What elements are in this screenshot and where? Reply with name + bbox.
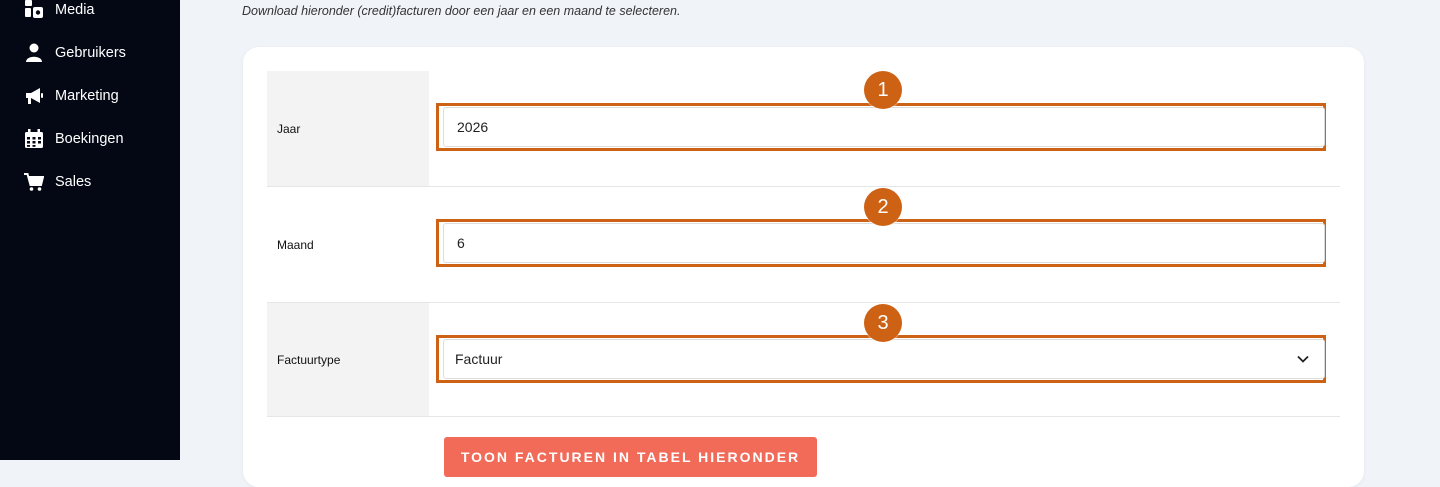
cart-icon bbox=[24, 173, 44, 191]
year-input[interactable] bbox=[443, 107, 1325, 147]
sidebar-item-label: Media bbox=[55, 2, 95, 18]
invoice-type-label: Factuurtype bbox=[267, 303, 429, 416]
step-marker-3: 3 bbox=[864, 304, 902, 342]
intro-text: Download hieronder (credit)facturen door… bbox=[242, 4, 681, 18]
sidebar-item-label: Gebruikers bbox=[55, 45, 126, 61]
invoice-type-select[interactable]: Factuur bbox=[443, 339, 1325, 379]
step-marker-1: 1 bbox=[864, 71, 902, 109]
media-icon bbox=[25, 0, 43, 18]
sidebar-item-boekingen[interactable]: Boekingen bbox=[24, 127, 124, 151]
sidebar-item-marketing[interactable]: Marketing bbox=[24, 84, 119, 108]
sidebar-item-sales[interactable]: Sales bbox=[24, 170, 91, 194]
megaphone-icon bbox=[26, 88, 43, 104]
show-invoices-button[interactable]: TOON FACTUREN IN TABEL HIERONDER bbox=[444, 437, 817, 477]
sidebar-item-label: Sales bbox=[55, 174, 92, 190]
calendar-icon bbox=[25, 129, 43, 148]
year-label: Jaar bbox=[267, 71, 429, 186]
step-marker-2: 2 bbox=[864, 188, 902, 226]
sidebar-item-label: Marketing bbox=[55, 88, 119, 104]
sidebar-item-label: Boekingen bbox=[55, 131, 124, 147]
month-label: Maand bbox=[277, 237, 314, 252]
sidebar-item-media[interactable]: Media bbox=[24, 0, 95, 22]
month-input[interactable] bbox=[443, 223, 1325, 263]
sidebar: Media Gebruikers Marketing Boekingen Sal… bbox=[0, 0, 180, 460]
user-icon bbox=[26, 43, 42, 62]
invoice-type-value: Factuur bbox=[455, 351, 503, 367]
chevron-down-icon bbox=[1297, 355, 1309, 363]
sidebar-item-gebruikers[interactable]: Gebruikers bbox=[24, 41, 126, 65]
